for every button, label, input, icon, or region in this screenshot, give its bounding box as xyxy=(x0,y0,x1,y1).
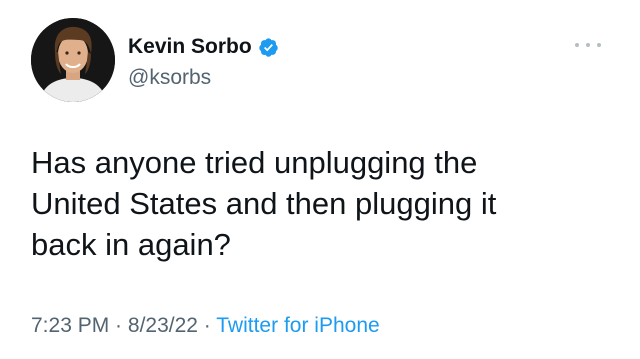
more-dot xyxy=(575,43,579,47)
avatar[interactable] xyxy=(31,18,115,102)
tweet-time[interactable]: 7:23 PM xyxy=(31,314,109,337)
tweet-text: Has anyone tried unplugging the United S… xyxy=(31,142,621,265)
author-handle[interactable]: @ksorbs xyxy=(128,65,211,91)
tweet-source-link[interactable]: Twitter for iPhone xyxy=(216,314,379,337)
tweet-metadata: 7:23 PM · 8/23/22 · Twitter for iPhone xyxy=(31,313,380,339)
meta-separator: · xyxy=(197,314,217,337)
author-name-row: Kevin Sorbo xyxy=(128,34,279,60)
tweet-card: Kevin Sorbo @ksorbs Has anyone tried unp… xyxy=(0,0,640,359)
more-dot xyxy=(597,43,601,47)
meta-separator: · xyxy=(109,314,128,337)
tweet-date[interactable]: 8/23/22 xyxy=(128,314,198,337)
more-dot xyxy=(586,43,590,47)
tweet-text-line: Has anyone tried unplugging the xyxy=(31,145,478,180)
tweet-text-line: United States and then plugging it xyxy=(31,186,497,221)
tweet-text-line: back in again? xyxy=(31,227,231,262)
more-options-icon[interactable] xyxy=(575,40,601,50)
verified-badge-icon xyxy=(258,37,279,58)
author-display-name[interactable]: Kevin Sorbo xyxy=(128,34,252,60)
profile-photo-icon xyxy=(31,18,115,102)
